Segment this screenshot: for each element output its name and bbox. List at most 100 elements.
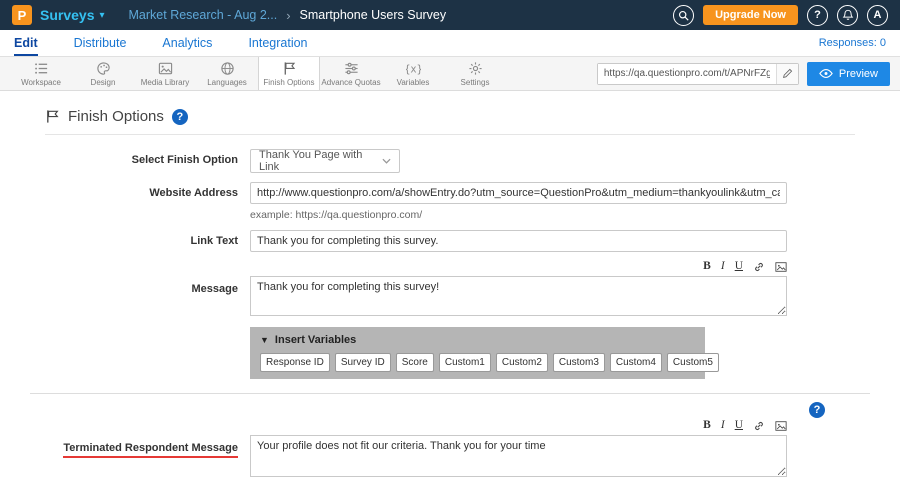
toolbar-item-media-library[interactable]: Media Library — [134, 57, 196, 90]
languages-icon — [220, 61, 235, 76]
survey-url-wrap — [597, 63, 799, 85]
preview-button[interactable]: Preview — [807, 62, 890, 86]
pencil-icon — [782, 68, 793, 79]
insert-variables-panel: ▼ Insert Variables Response ID Survey ID… — [250, 327, 705, 379]
message-row: Message B I U Thank you for completing t… — [45, 261, 855, 379]
breadcrumb: Market Research - Aug 2... › Smartphone … — [129, 8, 447, 23]
tab-distribute[interactable]: Distribute — [74, 30, 127, 56]
var-custom2-button[interactable]: Custom2 — [496, 353, 548, 372]
design-icon — [96, 61, 111, 76]
caret-down-filled-icon: ▼ — [260, 335, 269, 345]
message-textarea[interactable]: Thank you for completing this survey! — [250, 276, 787, 316]
message-editor-toolbar: B I U — [250, 261, 787, 273]
bold-icon[interactable]: B — [703, 420, 711, 432]
toolbar-item-advance-quotas[interactable]: Advance Quotas — [320, 57, 382, 90]
terminated-field-wrap: B I U Your profile does not fit our crit… — [250, 420, 787, 482]
underline-icon[interactable]: U — [735, 420, 743, 432]
toolbar-right: Preview — [597, 57, 890, 90]
nav-tabs: Edit Distribute Analytics Integration — [14, 30, 308, 56]
responses-count[interactable]: Responses: 0 — [819, 37, 886, 49]
section-divider — [30, 393, 870, 394]
eye-icon — [819, 69, 833, 78]
terminated-message-label: Terminated Respondent Message — [45, 420, 250, 458]
insert-variables-toggle[interactable]: ▼ Insert Variables — [260, 334, 695, 346]
website-address-example: example: https://qa.questionpro.com/ — [250, 209, 787, 221]
var-custom5-button[interactable]: Custom5 — [667, 353, 719, 372]
finish-options-page: Finish Options ? Select Finish Option Th… — [0, 91, 900, 492]
workspace-icon — [34, 61, 49, 76]
finish-options-form: Select Finish Option Thank You Page with… — [45, 135, 855, 492]
tab-edit[interactable]: Edit — [14, 30, 38, 56]
finish-option-select[interactable]: Thank You Page with Link — [250, 149, 400, 173]
insert-variables-title: Insert Variables — [275, 334, 356, 346]
edit-url-button[interactable] — [776, 64, 798, 84]
italic-icon[interactable]: I — [721, 420, 725, 432]
page-title: Finish Options — [68, 108, 164, 125]
finish-option-selected-value: Thank You Page with Link — [259, 149, 382, 173]
svg-text:{x}: {x} — [406, 63, 421, 75]
edit-toolbar: Workspace Design Media Library Languages… — [0, 57, 900, 91]
avatar[interactable]: A — [867, 5, 888, 26]
terminated-help-row: ? — [45, 402, 855, 418]
website-address-input[interactable] — [250, 182, 787, 204]
underline-icon[interactable]: U — [735, 261, 743, 273]
toolbar-item-languages[interactable]: Languages — [196, 57, 258, 90]
terminated-message-textarea[interactable]: Your profile does not fit our criteria. … — [250, 435, 787, 477]
link-icon[interactable] — [753, 261, 765, 273]
bell-icon — [842, 9, 854, 21]
var-score-button[interactable]: Score — [396, 353, 434, 372]
advance-quotas-icon — [344, 61, 359, 76]
image-icon[interactable] — [775, 420, 787, 432]
var-survey-id-button[interactable]: Survey ID — [335, 353, 391, 372]
terminated-message-label-text: Terminated Respondent Message — [63, 442, 238, 458]
product-switcher[interactable]: Surveys ▾ — [40, 7, 105, 23]
help-button[interactable]: ? — [807, 5, 828, 26]
toolbar-item-design[interactable]: Design — [72, 57, 134, 90]
toolbar-items: Workspace Design Media Library Languages… — [10, 57, 506, 90]
toolbar-item-workspace[interactable]: Workspace — [10, 57, 72, 90]
terminated-help-icon[interactable]: ? — [809, 402, 825, 418]
var-custom4-button[interactable]: Custom4 — [610, 353, 662, 372]
toolbar-item-settings[interactable]: Settings — [444, 57, 506, 90]
finish-options-help-icon[interactable]: ? — [172, 109, 188, 125]
page-title-row: Finish Options ? — [45, 101, 855, 135]
flag-icon — [45, 109, 60, 124]
var-custom1-button[interactable]: Custom1 — [439, 353, 491, 372]
terminated-editor-toolbar: B I U — [250, 420, 787, 432]
website-address-row: Website Address example: https://qa.ques… — [45, 182, 855, 221]
variable-buttons: Response ID Survey ID Score Custom1 Cust… — [260, 353, 695, 372]
link-text-row: Link Text — [45, 230, 855, 252]
search-button[interactable] — [673, 5, 694, 26]
var-response-id-button[interactable]: Response ID — [260, 353, 330, 372]
select-finish-label: Select Finish Option — [45, 149, 250, 166]
notifications-button[interactable] — [837, 5, 858, 26]
finish-options-flag-icon — [282, 61, 297, 76]
breadcrumb-separator-icon: › — [286, 8, 290, 23]
bold-icon[interactable]: B — [703, 261, 711, 273]
toolbar-item-variables[interactable]: {x} Variables — [382, 57, 444, 90]
media-library-icon — [158, 61, 173, 76]
topbar-actions: Upgrade Now ? A — [673, 5, 888, 26]
search-icon — [678, 10, 689, 21]
message-label: Message — [45, 261, 250, 295]
toolbar-item-finish-options[interactable]: Finish Options — [258, 57, 320, 90]
link-text-input[interactable] — [250, 230, 787, 252]
chevron-down-icon — [382, 158, 391, 164]
survey-url-input[interactable] — [598, 64, 776, 84]
questionpro-logo[interactable]: P — [12, 5, 32, 25]
image-icon[interactable] — [775, 261, 787, 273]
product-label: Surveys — [40, 7, 94, 23]
variables-icon: {x} — [406, 61, 421, 76]
breadcrumb-parent[interactable]: Market Research - Aug 2... — [129, 8, 278, 22]
terminated-message-row: Terminated Respondent Message B I U Your… — [45, 420, 855, 482]
italic-icon[interactable]: I — [721, 261, 725, 273]
link-icon[interactable] — [753, 420, 765, 432]
tab-integration[interactable]: Integration — [248, 30, 307, 56]
breadcrumb-current: Smartphone Users Survey — [300, 8, 447, 22]
caret-down-icon: ▾ — [99, 10, 104, 21]
upgrade-now-button[interactable]: Upgrade Now — [703, 5, 798, 25]
nav-row: Edit Distribute Analytics Integration Re… — [0, 30, 900, 57]
var-custom3-button[interactable]: Custom3 — [553, 353, 605, 372]
tab-analytics[interactable]: Analytics — [162, 30, 212, 56]
website-address-label: Website Address — [45, 182, 250, 199]
